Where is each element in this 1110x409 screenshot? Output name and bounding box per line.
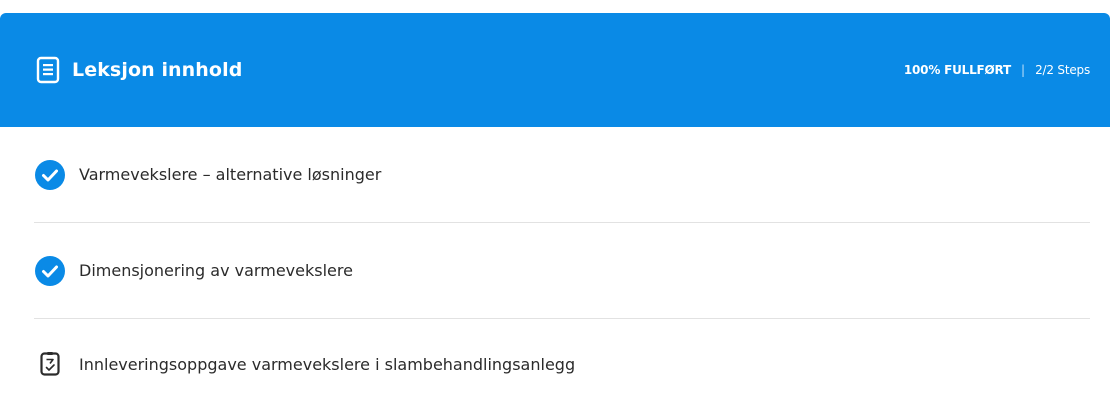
- list-item-label: Varmevekslere – alternative løsninger: [79, 165, 382, 184]
- document-icon: [36, 56, 60, 84]
- divider: |: [1021, 63, 1026, 77]
- progress-summary: 100% FULLFØRT | 2/2 Steps: [904, 63, 1090, 77]
- list-item[interactable]: Dimensjonering av varmevekslere: [34, 223, 1090, 319]
- header-title-group: Leksjon innhold: [36, 56, 242, 84]
- list-item-label: Dimensjonering av varmevekslere: [79, 261, 353, 280]
- assignment-icon: [34, 348, 66, 380]
- check-circle-icon: [34, 255, 66, 287]
- lesson-content-header: Leksjon innhold 100% FULLFØRT | 2/2 Step…: [0, 13, 1110, 127]
- progress-status: 100% FULLFØRT: [903, 63, 1012, 77]
- lesson-step-list: Varmevekslere – alternative løsninger Di…: [0, 127, 1110, 409]
- list-item[interactable]: Varmevekslere – alternative løsninger: [34, 127, 1090, 223]
- page-title: Leksjon innhold: [72, 59, 243, 81]
- list-item-label: Innleveringsoppgave varmevekslere i slam…: [79, 354, 576, 374]
- lesson-content-panel: Leksjon innhold 100% FULLFØRT | 2/2 Step…: [0, 13, 1110, 396]
- steps-count: 2/2 Steps: [1035, 63, 1090, 77]
- check-circle-icon: [34, 159, 66, 191]
